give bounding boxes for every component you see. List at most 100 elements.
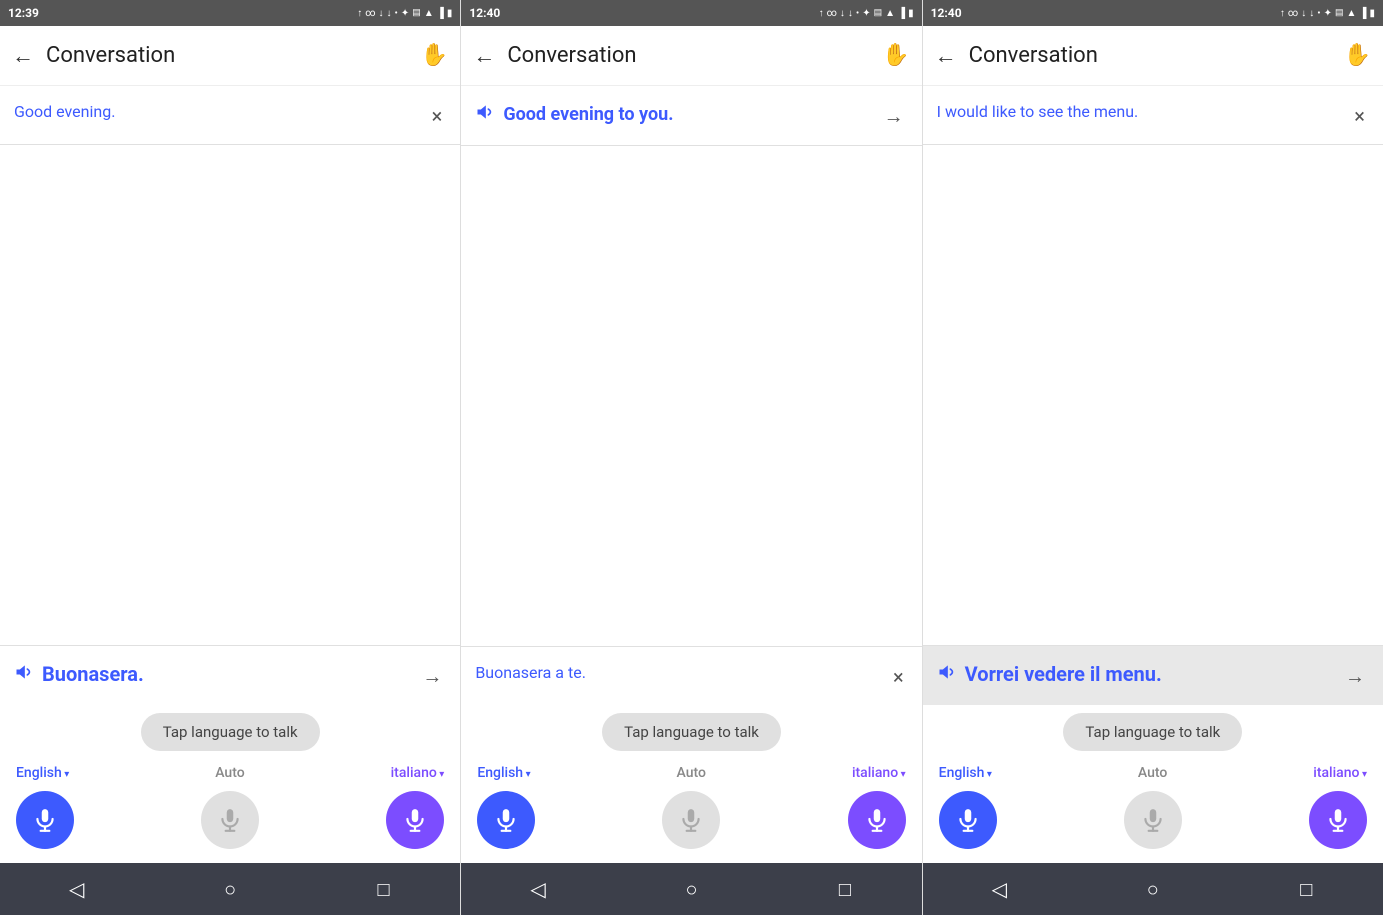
download-icon: ↓ [1301, 8, 1306, 19]
italiano-dropdown-icon[interactable]: ▾ [1359, 769, 1367, 780]
upload-icon: ↑ [1280, 8, 1285, 19]
close-button[interactable]: × [1350, 102, 1369, 130]
recent-nav-button[interactable]: □ [364, 869, 404, 909]
top-translation-text: Good evening. [14, 102, 115, 121]
top-translation-content: Good evening. [14, 102, 428, 121]
hand-icon[interactable]: ✋ [421, 43, 448, 68]
nav-bar: ◁ ○ □ [0, 863, 460, 915]
home-nav-button[interactable]: ○ [1133, 869, 1173, 909]
download2-icon: ↓ [1309, 8, 1314, 19]
conversation-area: Good evening to you. → Buonasera a te. × [461, 86, 921, 705]
auto-mic-button[interactable] [662, 791, 720, 849]
recent-nav-button[interactable]: □ [825, 869, 865, 909]
phone-panel-3: 12:40 ↑ ∞ ↓ ↓ • ✦ ▤ ▲ ▐ ▮ ← Conversation… [923, 0, 1383, 915]
hand-icon[interactable]: ✋ [882, 43, 909, 68]
tap-language-bubble: Tap language to talk [602, 713, 781, 751]
back-button[interactable]: ← [12, 43, 34, 69]
sound-icon[interactable] [475, 102, 495, 126]
download-icon: ↓ [379, 8, 384, 19]
language-bar: English ▾ Auto italiano ▾ [0, 757, 460, 785]
app-title: Conversation [969, 43, 1344, 68]
phone-panel-2: 12:40 ↑ ∞ ↓ ↓ • ✦ ▤ ▲ ▐ ▮ ← Conversation… [461, 0, 922, 915]
top-translation-text: I would like to see the menu. [937, 102, 1139, 121]
status-bar: 12:40 ↑ ∞ ↓ ↓ • ✦ ▤ ▲ ▐ ▮ [461, 0, 921, 26]
back-nav-button[interactable]: ◁ [57, 869, 97, 909]
language-bar: English ▾ Auto italiano ▾ [923, 757, 1383, 785]
italiano-label[interactable]: italiano ▾ [852, 765, 906, 781]
sound-icon[interactable] [14, 662, 34, 686]
battery-icon: ▮ [908, 8, 914, 19]
wifi-icon: ▲ [424, 8, 434, 19]
bottom-translation-content: Buonasera a te. [475, 663, 889, 682]
back-button[interactable]: ← [473, 43, 495, 69]
dot-icon: • [856, 8, 859, 19]
top-translation: Good evening to you. → [461, 86, 921, 146]
battery-icon: ▮ [447, 8, 453, 19]
italiano-label[interactable]: italiano ▾ [1313, 765, 1367, 781]
english-mic-button[interactable] [939, 791, 997, 849]
italiano-label[interactable]: italiano ▾ [391, 765, 445, 781]
middle-space [461, 146, 921, 646]
italiano-dropdown-icon[interactable]: ▾ [898, 769, 906, 780]
vibrate-icon: ▤ [412, 8, 421, 18]
wifi-icon: ▲ [885, 8, 895, 19]
bluetooth-icon: ✦ [401, 8, 409, 19]
english-label[interactable]: English ▾ [477, 765, 530, 781]
arrow-button[interactable]: → [418, 662, 446, 691]
auto-label: Auto [215, 765, 244, 781]
close-button[interactable]: × [889, 663, 908, 691]
recent-nav-button[interactable]: □ [1286, 869, 1326, 909]
nav-bar: ◁ ○ □ [923, 863, 1383, 915]
english-label[interactable]: English ▾ [16, 765, 69, 781]
auto-mic-button[interactable] [1124, 791, 1182, 849]
arrow-button[interactable]: → [1341, 662, 1369, 691]
italiano-dropdown-icon[interactable]: ▾ [437, 769, 445, 780]
english-dropdown-icon[interactable]: ▾ [523, 769, 531, 780]
vibrate-icon: ▤ [1335, 8, 1344, 18]
dot-icon: • [1317, 8, 1320, 19]
bottom-translation-text: Buonasera a te. [475, 663, 586, 682]
mic-row [0, 785, 460, 863]
english-mic-button[interactable] [16, 791, 74, 849]
language-bar: English ▾ Auto italiano ▾ [461, 757, 921, 785]
tap-language-container: Tap language to talk [923, 705, 1383, 757]
italiano-mic-button[interactable] [386, 791, 444, 849]
english-mic-button[interactable] [477, 791, 535, 849]
bottom-translation-text: Buonasera. [42, 662, 144, 686]
app-title: Conversation [46, 43, 421, 68]
top-translation: Good evening. × [0, 86, 460, 145]
sound-icon[interactable] [937, 662, 957, 686]
status-bar: 12:40 ↑ ∞ ↓ ↓ • ✦ ▤ ▲ ▐ ▮ [923, 0, 1383, 26]
upload-icon: ↑ [819, 8, 824, 19]
hand-icon[interactable]: ✋ [1344, 43, 1371, 68]
bottom-translation: Vorrei vedere il menu. → [923, 645, 1383, 705]
bottom-translation-content: Buonasera. [14, 662, 418, 686]
nav-bar: ◁ ○ □ [461, 863, 921, 915]
download2-icon: ↓ [387, 8, 392, 19]
auto-label: Auto [1138, 765, 1167, 781]
auto-label: Auto [677, 765, 706, 781]
english-dropdown-icon[interactable]: ▾ [984, 769, 992, 780]
back-nav-button[interactable]: ◁ [518, 869, 558, 909]
app-bar: ← Conversation ✋ [923, 26, 1383, 86]
english-dropdown-icon[interactable]: ▾ [62, 769, 70, 780]
status-bar: 12:39 ↑ ∞ ↓ ↓ • ✦ ▤ ▲ ▐ ▮ [0, 0, 460, 26]
home-nav-button[interactable]: ○ [210, 869, 250, 909]
arrow-button[interactable]: → [880, 102, 908, 131]
italiano-mic-button[interactable] [1309, 791, 1367, 849]
signal-icon: ▐ [1359, 8, 1366, 19]
back-nav-button[interactable]: ◁ [979, 869, 1019, 909]
app-title: Conversation [507, 43, 882, 68]
auto-mic-button[interactable] [201, 791, 259, 849]
status-time: 12:40 [931, 6, 962, 20]
english-label[interactable]: English ▾ [939, 765, 992, 781]
voicemail-icon: ∞ [365, 8, 375, 19]
home-nav-button[interactable]: ○ [671, 869, 711, 909]
status-icons: ↑ ∞ ↓ ↓ • ✦ ▤ ▲ ▐ ▮ [819, 8, 914, 19]
middle-space [0, 145, 460, 645]
close-button[interactable]: × [428, 102, 447, 130]
app-bar: ← Conversation ✋ [0, 26, 460, 86]
battery-icon: ▮ [1369, 8, 1375, 19]
back-button[interactable]: ← [935, 43, 957, 69]
italiano-mic-button[interactable] [848, 791, 906, 849]
